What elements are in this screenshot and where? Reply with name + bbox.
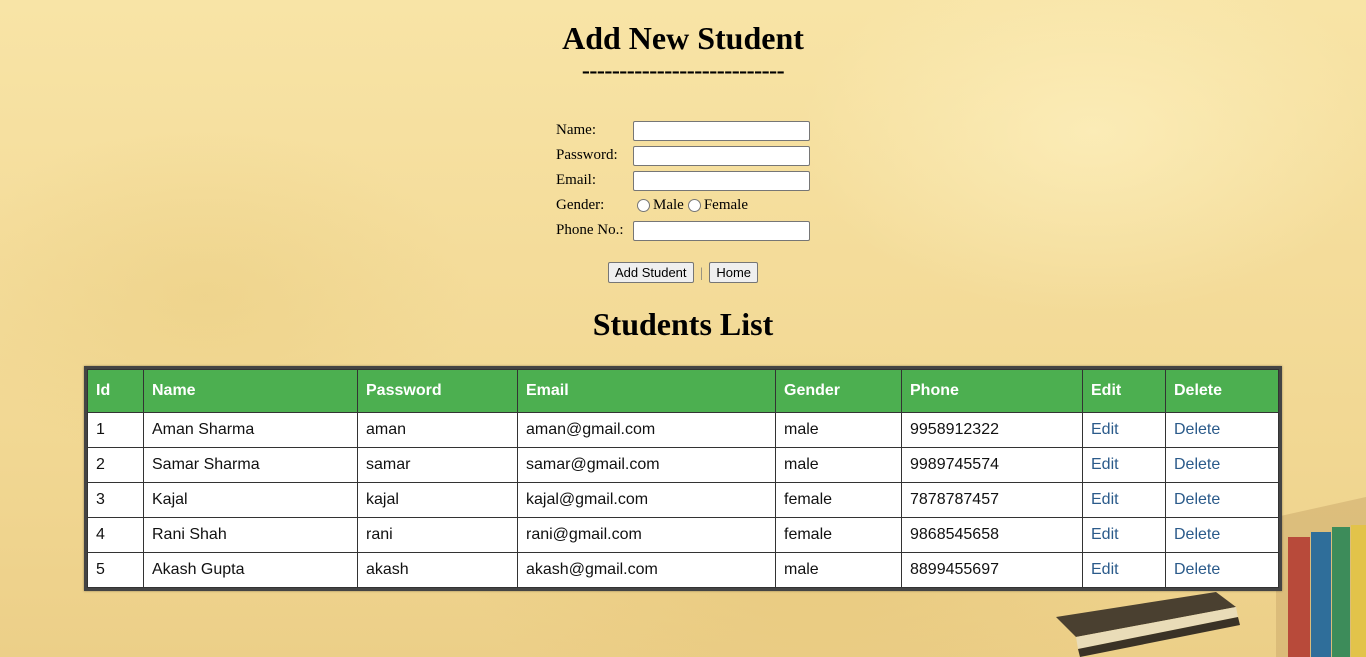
cell-password: kajal	[357, 482, 518, 518]
cell-phone: 9868545658	[901, 517, 1083, 553]
phone-input[interactable]	[633, 220, 810, 241]
password-input[interactable]	[633, 145, 810, 166]
delete-link[interactable]: Delete	[1174, 491, 1220, 508]
col-name: Name	[143, 369, 358, 413]
cell-name: Samar Sharma	[143, 447, 358, 483]
cell-gender: male	[775, 552, 902, 588]
cell-name: Aman Sharma	[143, 412, 358, 448]
cell-email: kajal@gmail.com	[517, 482, 776, 518]
table-row: 1 Aman Sharma aman aman@gmail.com male 9…	[87, 412, 1279, 448]
cell-phone: 8899455697	[901, 552, 1083, 588]
email-row: Email:	[556, 168, 810, 193]
cell-phone: 7878787457	[901, 482, 1083, 518]
cell-email: rani@gmail.com	[517, 517, 776, 553]
table-row: 4 Rani Shah rani rani@gmail.com female 9…	[87, 517, 1279, 553]
phone-row: Phone No.:	[556, 218, 810, 243]
cell-delete: Delete	[1165, 482, 1279, 518]
edit-link[interactable]: Edit	[1091, 421, 1119, 438]
col-id: Id	[87, 369, 144, 413]
cell-edit: Edit	[1082, 517, 1166, 553]
cell-password: samar	[357, 447, 518, 483]
gender-radio-group: Male Female	[633, 197, 748, 214]
cell-password: aman	[357, 412, 518, 448]
delete-link[interactable]: Delete	[1174, 561, 1220, 578]
cell-name: Rani Shah	[143, 517, 358, 553]
edit-link[interactable]: Edit	[1091, 491, 1119, 508]
form-title: Add New Student	[562, 20, 804, 56]
phone-label: Phone No.:	[556, 222, 624, 238]
gender-female-radio[interactable]	[687, 199, 701, 212]
cell-id: 1	[87, 412, 144, 448]
gender-male-radio[interactable]	[637, 199, 650, 212]
edit-link[interactable]: Edit	[1091, 526, 1119, 543]
title-divider: ---------------------------	[581, 58, 785, 84]
cell-gender: male	[775, 412, 902, 448]
cell-edit: Edit	[1082, 412, 1166, 448]
col-delete: Delete	[1165, 369, 1279, 413]
password-label: Password:	[556, 147, 618, 163]
cell-email: akash@gmail.com	[517, 552, 776, 588]
cell-password: rani	[357, 517, 518, 553]
gender-row: Gender: Male Female	[556, 193, 810, 218]
cell-gender: female	[775, 482, 902, 518]
cell-id: 2	[87, 447, 144, 483]
home-button[interactable]: Home	[709, 262, 759, 283]
table-row: 3 Kajal kajal kajal@gmail.com female 787…	[87, 482, 1279, 518]
add-student-button[interactable]: Add Student	[607, 262, 694, 283]
name-label: Name:	[556, 122, 596, 138]
cell-gender: male	[775, 447, 902, 483]
cell-delete: Delete	[1165, 552, 1279, 588]
students-list-title: Students List	[592, 306, 774, 342]
col-gender: Gender	[775, 369, 902, 413]
name-row: Name:	[556, 118, 810, 143]
cell-phone: 9958912322	[901, 412, 1083, 448]
cell-gender: female	[775, 517, 902, 553]
edit-link[interactable]: Edit	[1091, 456, 1119, 473]
delete-link[interactable]: Delete	[1174, 421, 1220, 438]
email-input[interactable]	[633, 170, 810, 191]
delete-link[interactable]: Delete	[1174, 526, 1220, 543]
students-table-wrapper: Id Name Password Email Gender Phone Edit…	[84, 366, 1282, 591]
delete-link[interactable]: Delete	[1174, 456, 1220, 473]
edit-link[interactable]: Edit	[1091, 561, 1119, 578]
button-separator: |	[700, 266, 703, 281]
table-header-row: Id Name Password Email Gender Phone Edit…	[87, 369, 1279, 413]
table-row: 2 Samar Sharma samar samar@gmail.com mal…	[87, 447, 1279, 483]
cell-delete: Delete	[1165, 447, 1279, 483]
cell-name: Kajal	[143, 482, 358, 518]
password-row: Password:	[556, 143, 810, 168]
gender-female-label: Female	[703, 197, 748, 213]
cell-edit: Edit	[1082, 447, 1166, 483]
cell-delete: Delete	[1165, 412, 1279, 448]
students-table: Id Name Password Email Gender Phone Edit…	[87, 369, 1279, 588]
cell-name: Akash Gupta	[143, 552, 358, 588]
cell-id: 5	[87, 552, 144, 588]
cell-id: 4	[87, 517, 144, 553]
gender-male-label: Male	[653, 197, 684, 213]
name-input[interactable]	[633, 120, 810, 141]
cell-password: akash	[357, 552, 518, 588]
form-buttons: Add Student | Home	[0, 262, 1366, 283]
col-edit: Edit	[1082, 369, 1166, 413]
cell-email: samar@gmail.com	[517, 447, 776, 483]
cell-delete: Delete	[1165, 517, 1279, 553]
col-email: Email	[517, 369, 776, 413]
cell-id: 3	[87, 482, 144, 518]
page: Add New Student ------------------------…	[0, 0, 1366, 657]
col-password: Password	[357, 369, 518, 413]
col-phone: Phone	[901, 369, 1083, 413]
email-label: Email:	[556, 172, 596, 188]
cell-edit: Edit	[1082, 552, 1166, 588]
table-row: 5 Akash Gupta akash akash@gmail.com male…	[87, 552, 1279, 588]
cell-phone: 9989745574	[901, 447, 1083, 483]
gender-label: Gender:	[556, 197, 605, 213]
cell-email: aman@gmail.com	[517, 412, 776, 448]
add-student-form: Name: Password: Email: Gender: Male Fema…	[556, 118, 810, 243]
cell-edit: Edit	[1082, 482, 1166, 518]
